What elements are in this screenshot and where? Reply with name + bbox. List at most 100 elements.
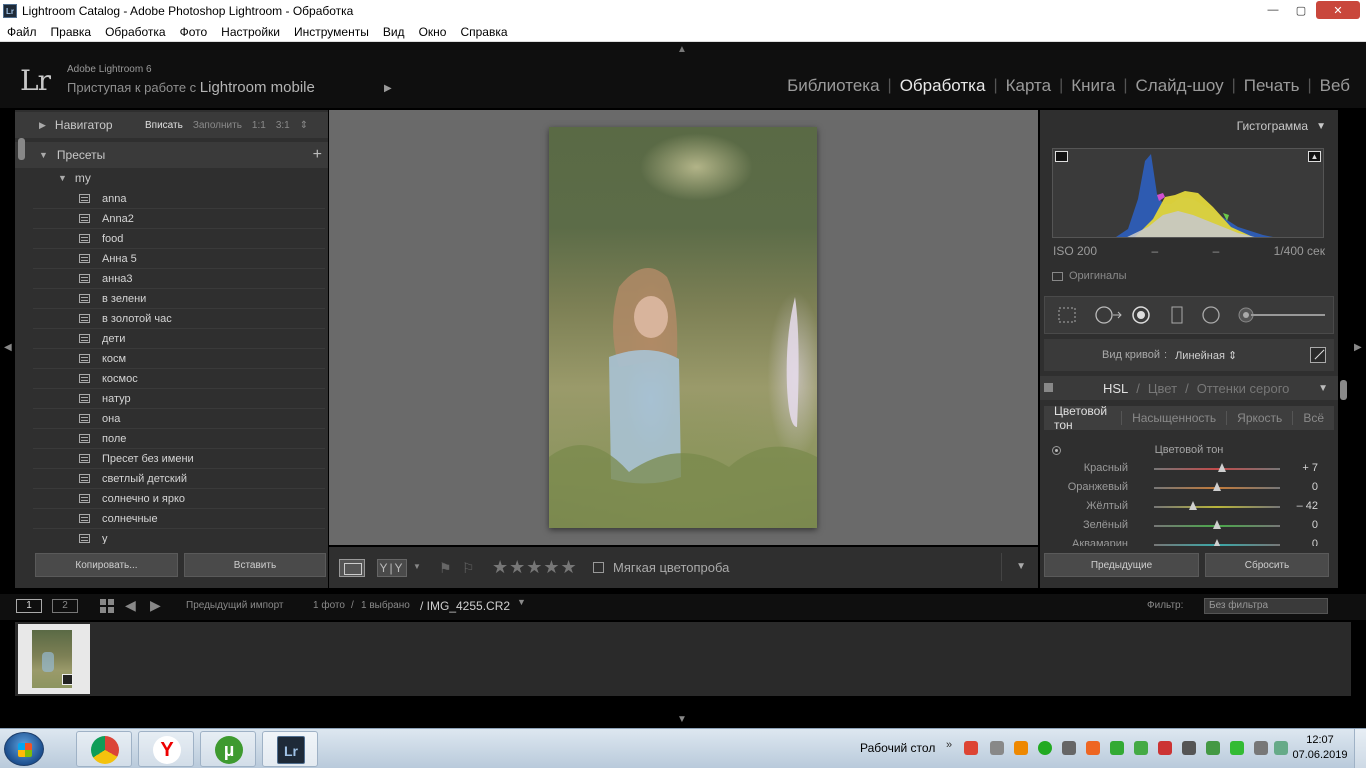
hsl-mode-color[interactable]: Цвет — [1148, 381, 1177, 396]
tray-app-icon[interactable] — [1110, 741, 1124, 755]
originals-toggle[interactable]: Оригиналы — [1052, 270, 1127, 282]
radial-filter-icon[interactable] — [1201, 305, 1221, 325]
crop-tool-icon[interactable] — [1057, 305, 1077, 325]
menu-edit[interactable]: Правка — [44, 25, 99, 39]
tray-app-icon[interactable] — [1014, 741, 1028, 755]
module-develop[interactable]: Обработка — [892, 76, 994, 96]
flag-pick-icon[interactable]: ⚑ — [439, 560, 452, 577]
soft-proof-checkbox[interactable] — [593, 562, 604, 573]
primary-display-button[interactable]: 1 — [16, 599, 42, 613]
preset-item[interactable]: космос — [33, 369, 325, 389]
secondary-display-button[interactable]: 2 — [52, 599, 78, 613]
photo-preview[interactable] — [549, 127, 817, 528]
hue-slider-value[interactable]: 0 — [1312, 519, 1318, 531]
taskbar-utorrent[interactable]: µ — [200, 731, 256, 767]
preset-folder[interactable]: ▼ my — [33, 168, 325, 188]
hue-slider-track[interactable] — [1154, 468, 1280, 470]
minimize-button[interactable]: — — [1260, 1, 1286, 19]
clock[interactable]: 12:07 07.06.2019 — [1290, 733, 1350, 763]
shadow-clipping-icon[interactable] — [1055, 151, 1068, 162]
forward-arrow-icon[interactable]: ▶ — [150, 597, 161, 614]
module-map[interactable]: Карта — [998, 76, 1060, 96]
preset-item[interactable]: дети — [33, 329, 325, 349]
zoom-stepper-icon[interactable]: ⇕ — [300, 120, 308, 131]
tray-app-icon[interactable] — [990, 741, 1004, 755]
module-web[interactable]: Веб — [1312, 76, 1358, 96]
star-rating[interactable]: ★★★★★ — [492, 557, 578, 578]
hue-slider-thumb[interactable] — [1213, 520, 1221, 529]
menu-help[interactable]: Справка — [453, 25, 514, 39]
play-arrow-icon[interactable]: ▶ — [384, 83, 392, 94]
preset-item[interactable]: косм — [33, 349, 325, 369]
collapse-triangle-icon[interactable]: ▼ — [1316, 121, 1326, 132]
collapse-bottom-panel-icon[interactable]: ▼ — [677, 714, 687, 725]
menu-photo[interactable]: Фото — [173, 25, 215, 39]
tray-app-icon[interactable] — [964, 741, 978, 755]
add-preset-icon[interactable]: + — [313, 146, 322, 164]
desktop-toolbar-label[interactable]: Рабочий стол — [860, 741, 935, 755]
menu-window[interactable]: Окно — [412, 25, 454, 39]
tray-app-icon[interactable] — [1134, 741, 1148, 755]
toolbar-options-icon[interactable]: ▼ — [1016, 561, 1026, 572]
expand-triangle-icon[interactable]: ▶ — [39, 120, 46, 131]
filmstrip-thumbnail[interactable] — [18, 624, 90, 694]
grid-view-icon[interactable] — [100, 599, 114, 613]
preset-item[interactable]: Анна 5 — [33, 249, 325, 269]
preset-item[interactable]: светлый детский — [33, 469, 325, 489]
start-button[interactable] — [4, 732, 44, 766]
zoom-fit[interactable]: Вписать — [145, 120, 183, 131]
taskbar-chrome[interactable] — [76, 731, 132, 767]
hue-slider-thumb[interactable] — [1218, 463, 1227, 472]
hue-slider-value[interactable]: – 42 — [1297, 500, 1318, 512]
hue-slider-value[interactable]: 0 — [1312, 538, 1318, 546]
paste-button[interactable]: Вставить — [184, 553, 326, 577]
maximize-button[interactable]: ▢ — [1288, 1, 1314, 19]
tab-hue[interactable]: Цветовой тон — [1044, 404, 1121, 432]
before-after-button[interactable]: Y|Y — [377, 559, 407, 577]
preset-item[interactable]: она — [33, 409, 325, 429]
filmstrip-source[interactable]: Предыдущий импорт — [186, 600, 284, 611]
tray-app-icon[interactable] — [1038, 741, 1052, 755]
preset-item[interactable]: поле — [33, 429, 325, 449]
collapse-triangle-icon[interactable]: ▼ — [1318, 383, 1328, 394]
close-button[interactable]: ✕ — [1316, 1, 1360, 19]
tray-app-icon[interactable] — [1158, 741, 1172, 755]
filter-select[interactable]: Без фильтра — [1204, 598, 1328, 614]
originals-checkbox[interactable] — [1052, 271, 1063, 281]
hsl-mode-grayscale[interactable]: Оттенки серого — [1197, 381, 1290, 396]
zoom-3-1[interactable]: 3:1 — [276, 120, 290, 131]
spot-removal-icon[interactable] — [1093, 305, 1123, 325]
hue-slider-value[interactable]: + 7 — [1302, 462, 1318, 474]
tray-app-icon[interactable] — [1206, 741, 1220, 755]
tray-app-icon[interactable] — [1230, 741, 1244, 755]
histogram-header[interactable]: Гистограмма ▼ — [1040, 116, 1338, 136]
collapse-triangle-icon[interactable]: ▼ — [39, 150, 48, 160]
hue-slider-value[interactable]: 0 — [1312, 481, 1318, 493]
volume-icon[interactable] — [1274, 741, 1288, 755]
reset-button[interactable]: Сбросить — [1205, 553, 1329, 577]
current-filename[interactable]: / IMG_4255.CR2 — [420, 599, 510, 613]
module-library[interactable]: Библиотека — [779, 76, 887, 96]
preset-item[interactable]: Пресет без имени — [33, 449, 325, 469]
menu-settings[interactable]: Настройки — [214, 25, 287, 39]
adjustment-brush-icon[interactable] — [1237, 305, 1327, 325]
menu-develop[interactable]: Обработка — [98, 25, 173, 39]
curve-type-select[interactable]: Линейная ⇕ — [1175, 349, 1237, 362]
zoom-fill[interactable]: Заполнить — [193, 120, 242, 131]
image-canvas[interactable] — [329, 110, 1038, 545]
highlight-clipping-icon[interactable]: ▲ — [1308, 151, 1321, 162]
module-print[interactable]: Печать — [1236, 76, 1308, 96]
preset-item[interactable]: у — [33, 529, 325, 544]
filename-dropdown-icon[interactable]: ▼ — [517, 597, 526, 607]
preset-item[interactable]: анна3 — [33, 269, 325, 289]
tab-all[interactable]: Всё — [1292, 411, 1334, 425]
mobile-promo[interactable]: Приступая к работе с Lightroom mobile — [67, 79, 315, 96]
hue-slider-thumb[interactable] — [1213, 539, 1221, 546]
red-eye-icon[interactable] — [1131, 305, 1151, 325]
hsl-mode-hsl[interactable]: HSL — [1103, 381, 1128, 396]
collapse-left-panel-icon[interactable]: ◀ — [4, 342, 12, 353]
tab-saturation[interactable]: Насыщенность — [1121, 411, 1226, 425]
preset-item[interactable]: в зелени — [33, 289, 325, 309]
menu-tools[interactable]: Инструменты — [287, 25, 376, 39]
show-desktop-button[interactable] — [1354, 729, 1366, 768]
